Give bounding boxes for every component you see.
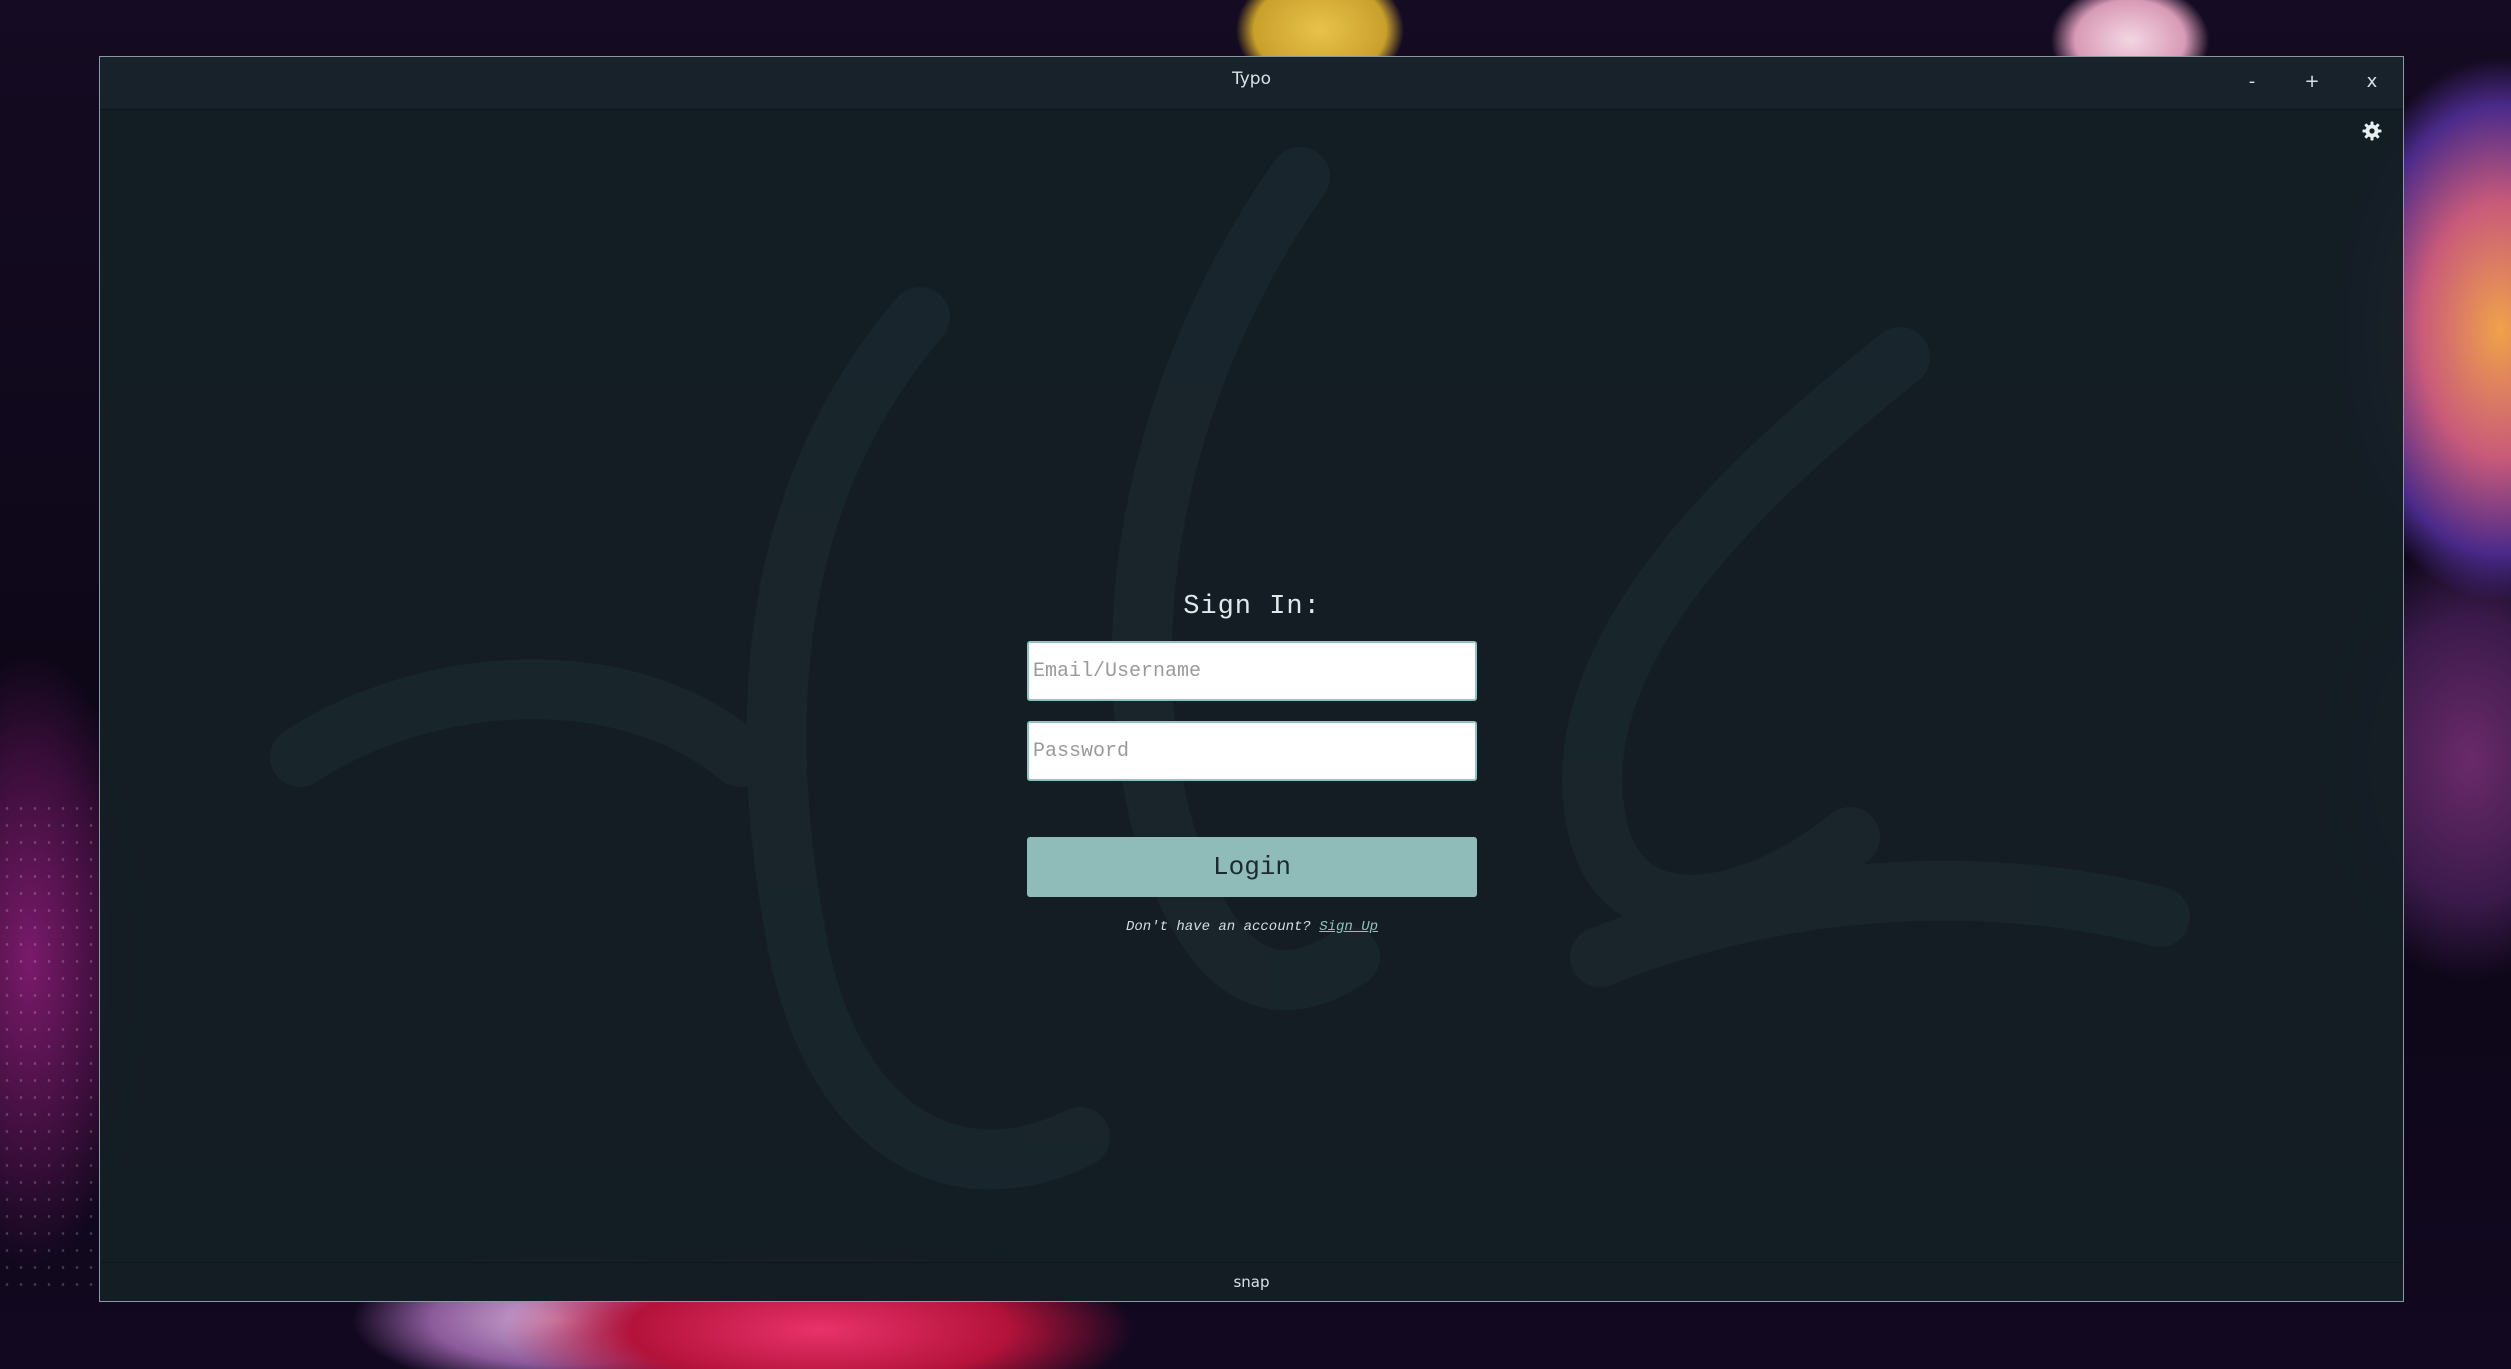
settings-button[interactable] (2360, 119, 2384, 143)
sign-in-heading: Sign In: (1183, 592, 1321, 622)
signup-prompt: Don't have an account? (1125, 919, 1311, 935)
title-bar[interactable]: Typo - + x (100, 57, 2403, 110)
signup-link[interactable]: Sign Up (1319, 919, 1378, 935)
close-button[interactable]: x (2354, 67, 2390, 97)
status-bar: snap (100, 1262, 2403, 1301)
email-username-input[interactable] (1027, 641, 1477, 701)
gear-icon (2362, 121, 2382, 141)
window-title: Typo (1232, 69, 1271, 89)
signup-row: Don't have an account? Sign Up (1027, 919, 1477, 935)
app-window: Typo - + x Sign In: Login Don't h (99, 56, 2404, 1302)
wallpaper-texture (0, 800, 100, 1300)
maximize-button[interactable]: + (2294, 67, 2330, 97)
minimize-button[interactable]: - (2234, 67, 2270, 97)
status-text: snap (1233, 1273, 1270, 1291)
sign-in-form: Sign In: Login Don't have an account? Si… (1027, 585, 1477, 935)
login-button[interactable]: Login (1027, 837, 1477, 897)
password-input[interactable] (1027, 721, 1477, 781)
